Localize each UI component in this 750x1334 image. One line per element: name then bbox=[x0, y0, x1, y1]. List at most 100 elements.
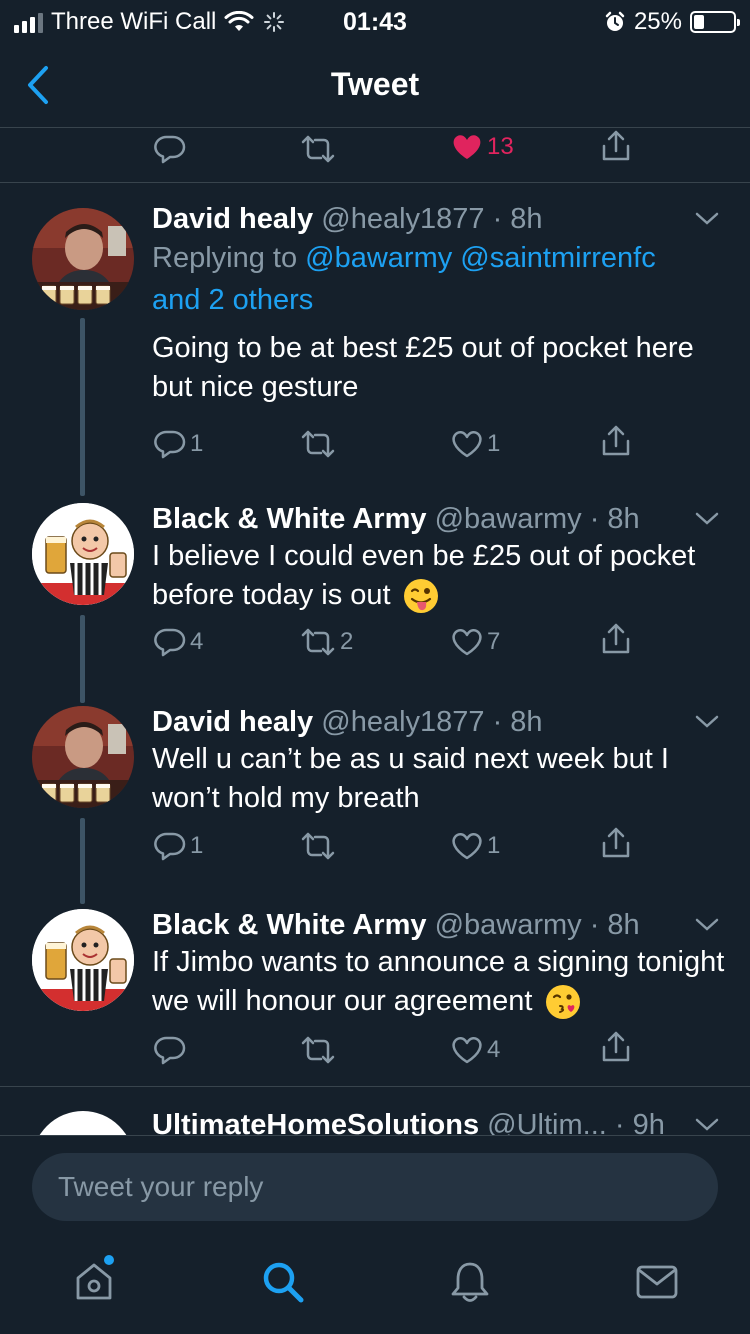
avatar-image bbox=[32, 208, 134, 310]
author-name[interactable]: David healy bbox=[152, 706, 313, 738]
search-icon bbox=[263, 1262, 304, 1303]
reply-tweet[interactable]: UltimateHomeSolutions @Ultim... · 9h bbox=[0, 1087, 750, 1135]
retweet-icon bbox=[301, 832, 335, 860]
share-button[interactable] bbox=[600, 424, 632, 458]
like-count: 1 bbox=[487, 430, 501, 457]
nav-bar: Tweet bbox=[0, 42, 750, 128]
reply-tweet[interactable]: David healy @healy1877 · 8h Well u can’t… bbox=[0, 704, 750, 904]
retweet-icon bbox=[301, 628, 335, 656]
heart-filled-icon bbox=[453, 135, 481, 159]
tweet-text: Well u can’t be as u said next week but … bbox=[152, 743, 669, 814]
heart-icon bbox=[452, 833, 482, 860]
share-button[interactable] bbox=[600, 622, 632, 656]
heart-icon bbox=[452, 629, 482, 656]
alarm-icon bbox=[605, 11, 625, 31]
reply-count: 4 bbox=[190, 628, 204, 655]
like-button[interactable]: 4 bbox=[451, 1034, 500, 1066]
thread-line bbox=[80, 318, 85, 496]
heart-icon bbox=[452, 1037, 482, 1064]
main-tweet-actions: 13 bbox=[0, 129, 750, 183]
tweet-text: If Jimbo wants to announce a signing ton… bbox=[152, 946, 725, 1017]
author-handle: @bawarmy · 8h bbox=[434, 909, 640, 941]
tab-bar bbox=[0, 1229, 750, 1334]
retweet-button[interactable] bbox=[300, 1034, 340, 1066]
tweet-thread[interactable]: 13 David healy @healy1877 · 8h Replying … bbox=[0, 129, 750, 1135]
tab-home[interactable] bbox=[72, 1255, 116, 1303]
retweet-button[interactable] bbox=[300, 830, 340, 862]
retweet-icon bbox=[301, 135, 335, 163]
reply-button[interactable]: 4 bbox=[154, 626, 203, 658]
tab-messages[interactable] bbox=[634, 1259, 680, 1303]
share-button[interactable] bbox=[600, 1030, 632, 1064]
share-button[interactable] bbox=[600, 826, 632, 860]
like-count: 4 bbox=[487, 1036, 501, 1063]
status-bar: Three WiFi Call 01:43 25% bbox=[0, 0, 750, 42]
tab-notifications[interactable] bbox=[448, 1259, 492, 1305]
avatar-image bbox=[32, 706, 134, 808]
reply-bar bbox=[0, 1135, 750, 1229]
avatar[interactable] bbox=[32, 208, 134, 310]
reply-icon bbox=[154, 832, 186, 861]
replying-to: Replying to @bawarmy @saintmirrenfc and … bbox=[152, 237, 730, 321]
share-icon bbox=[602, 623, 630, 654]
retweet-icon bbox=[301, 1036, 335, 1064]
reply-icon bbox=[154, 135, 186, 164]
tweet-text: Going to be at best £25 out of pocket he… bbox=[152, 332, 694, 403]
reply-count: 1 bbox=[190, 430, 204, 457]
author-handle: @healy1877 · 8h bbox=[321, 706, 543, 738]
avatar[interactable] bbox=[32, 909, 134, 1011]
avatar-image bbox=[32, 503, 134, 605]
like-count: 13 bbox=[487, 133, 514, 160]
kissing-face-emoji bbox=[545, 985, 580, 1020]
reply-button[interactable]: 1 bbox=[154, 830, 203, 862]
reply-icon bbox=[154, 430, 186, 459]
retweet-button[interactable]: 2 bbox=[300, 626, 353, 658]
heart-icon bbox=[452, 431, 482, 458]
like-button[interactable]: 1 bbox=[451, 428, 500, 460]
like-button[interactable]: 1 bbox=[451, 830, 500, 862]
author-handle: @bawarmy · 8h bbox=[434, 503, 640, 535]
battery-percent: 25% bbox=[633, 8, 682, 35]
reply-input[interactable] bbox=[32, 1153, 718, 1221]
reply-icon bbox=[154, 1036, 186, 1065]
share-icon bbox=[602, 1031, 630, 1062]
battery-icon bbox=[690, 11, 740, 33]
like-button[interactable]: 13 bbox=[451, 131, 514, 163]
reply-button[interactable] bbox=[154, 133, 186, 165]
reply-tweet[interactable]: Black & White Army @bawarmy · 8h I belie… bbox=[0, 501, 750, 705]
like-count: 7 bbox=[487, 628, 501, 655]
reply-icon bbox=[154, 628, 186, 657]
retweet-count: 2 bbox=[340, 628, 354, 655]
tab-search[interactable] bbox=[260, 1259, 306, 1305]
home-icon bbox=[76, 1263, 112, 1300]
avatar-image bbox=[32, 909, 134, 1011]
author-name[interactable]: David healy bbox=[152, 203, 313, 235]
share-icon bbox=[602, 827, 630, 858]
reply-button[interactable]: 1 bbox=[154, 428, 203, 460]
share-button[interactable] bbox=[600, 129, 632, 163]
thread-line bbox=[80, 818, 85, 904]
retweet-button[interactable] bbox=[300, 428, 340, 460]
author-name[interactable]: UltimateHomeSolutions bbox=[152, 1109, 479, 1135]
retweet-icon bbox=[301, 430, 335, 458]
share-icon bbox=[602, 130, 630, 161]
avatar[interactable] bbox=[32, 1111, 134, 1135]
share-icon bbox=[602, 425, 630, 456]
avatar[interactable] bbox=[32, 503, 134, 605]
retweet-button[interactable] bbox=[300, 133, 336, 165]
author-handle: @healy1877 · 8h bbox=[321, 203, 543, 235]
reply-tweet[interactable]: David healy @healy1877 · 8h Replying to … bbox=[0, 183, 750, 501]
others-link[interactable]: and 2 others bbox=[152, 284, 313, 316]
author-name[interactable]: Black & White Army bbox=[152, 503, 427, 535]
reply-count: 1 bbox=[190, 832, 204, 859]
page-title: Tweet bbox=[330, 66, 420, 102]
avatar[interactable] bbox=[32, 706, 134, 808]
reply-tweet[interactable]: Black & White Army @bawarmy · 8h If Jimb… bbox=[0, 907, 750, 1087]
author-name[interactable]: Black & White Army bbox=[152, 909, 427, 941]
reply-button[interactable] bbox=[154, 1034, 190, 1066]
new-content-dot bbox=[104, 1255, 114, 1265]
notifications-icon bbox=[451, 1262, 489, 1302]
mentioned-users-link[interactable]: @bawarmy @saintmirrenfc bbox=[305, 242, 656, 274]
like-button[interactable]: 7 bbox=[451, 626, 500, 658]
winking-tongue-emoji bbox=[403, 579, 438, 614]
